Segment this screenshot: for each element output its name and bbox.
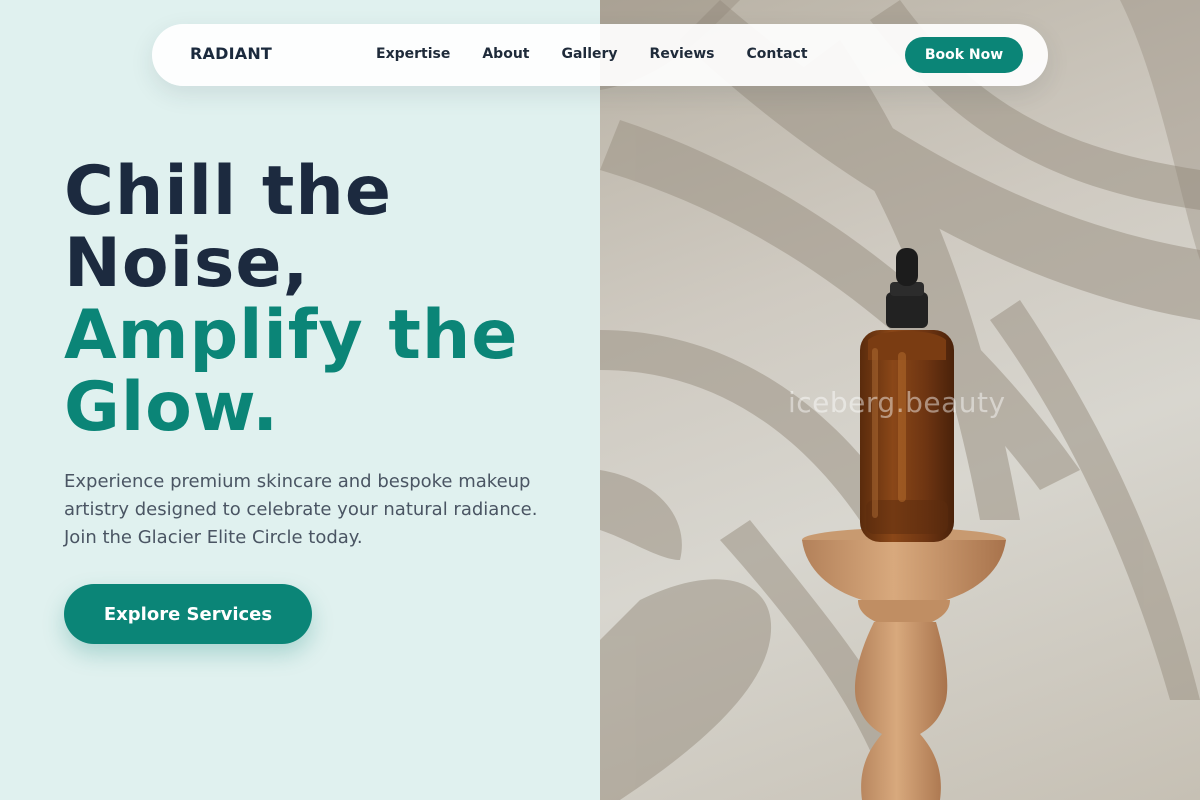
hero-headline: Chill the Noise, Amplify the Glow. [64,156,584,444]
headline-line-2: Noise, [64,224,310,303]
top-navbar: RADIANT Expertise About Gallery Reviews … [152,24,1048,86]
headline-line-4: Glow. [64,368,280,447]
nav-link-contact[interactable]: Contact [747,46,808,62]
headline-line-1: Chill the [64,152,392,231]
nav-link-gallery[interactable]: Gallery [561,46,617,62]
hero-description: Experience premium skincare and bespoke … [64,471,538,548]
brand-logo[interactable]: RADIANT [190,44,272,63]
nav-links: Expertise About Gallery Reviews Contact [376,46,840,62]
nav-link-expertise[interactable]: Expertise [376,46,450,62]
book-now-button[interactable]: Book Now [905,37,1023,73]
nav-link-reviews[interactable]: Reviews [650,46,715,62]
hero-product-image: iceberg.beauty [600,0,1200,800]
watermark-text: iceberg.beauty [788,386,1006,419]
headline-line-3: Amplify the [64,296,519,375]
explore-services-button[interactable]: Explore Services [64,584,312,644]
nav-link-about[interactable]: About [482,46,529,62]
